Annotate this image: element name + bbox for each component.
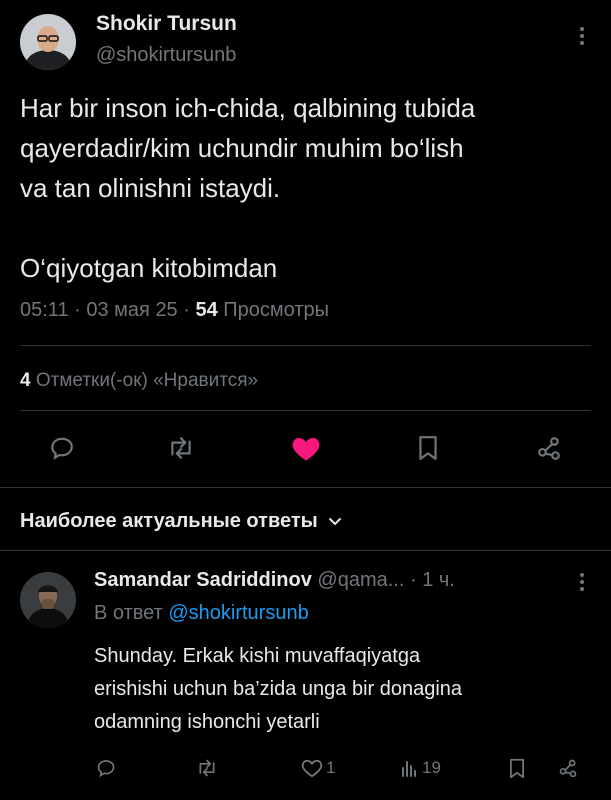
- bookmark-icon[interactable]: [505, 756, 529, 780]
- author-handle[interactable]: @shokirtursunb: [96, 44, 236, 67]
- views-label: Просмотры: [223, 299, 330, 321]
- divider: [20, 345, 591, 346]
- separator-dot: ·: [183, 299, 190, 321]
- post-text-line: va tan olinishni istaydi.: [20, 173, 281, 203]
- reply-header: Samandar Sadriddinov @qama... · 1 ч.: [94, 569, 455, 592]
- reply-to-prefix: В ответ: [94, 602, 163, 624]
- reply-text-line: odamning ishonchi yetarli: [94, 711, 320, 733]
- reply-views-count: 19: [422, 758, 441, 777]
- reply-author-handle[interactable]: @qama...: [317, 569, 404, 591]
- separator-dot: ·: [74, 299, 81, 321]
- reply-text-line: erishishi uchun ba’zida unga bir donagin…: [94, 678, 463, 700]
- reply-views[interactable]: 19: [398, 756, 441, 780]
- divider: [0, 550, 611, 551]
- retweet-icon[interactable]: [194, 756, 220, 780]
- reply-to-handle-link[interactable]: @shokirtursunb: [168, 602, 308, 624]
- like-outline-icon: [300, 756, 324, 780]
- likes-summary[interactable]: 4 Отметки(-ок) «Нравится»: [20, 370, 258, 392]
- like-icon[interactable]: [290, 433, 322, 463]
- author-name[interactable]: Shokir Tursun: [96, 12, 237, 36]
- reply-text: Shunday. Erkak kishi muvaffaqiyatga eris…: [94, 640, 594, 739]
- reply-author-name[interactable]: Samandar Sadriddinov: [94, 569, 312, 591]
- post-text: Har bir inson ich-chida, qalbining tubid…: [20, 88, 600, 288]
- reply-text-line: Shunday. Erkak kishi muvaffaqiyatga: [94, 645, 421, 667]
- replies-section-title: Наиболее актуальные ответы: [20, 510, 318, 532]
- share-icon[interactable]: [534, 433, 564, 463]
- post-text-line: qayerdadir/kim uchundir muhim bo‘lish: [20, 133, 464, 163]
- post-text-line: O‘qiyotgan kitobimdan: [20, 253, 278, 283]
- post-meta: 05:11 · 03 мая 25 · 54 Просмотры: [20, 299, 329, 322]
- replies-sort-dropdown[interactable]: Наиболее актуальные ответы: [20, 510, 344, 533]
- likes-count: 4: [20, 370, 31, 391]
- reply-to-line: В ответ @shokirtursunb: [94, 602, 309, 625]
- post-time[interactable]: 05:11: [20, 299, 69, 321]
- author-avatar[interactable]: [20, 14, 76, 70]
- bookmark-icon[interactable]: [413, 433, 443, 463]
- reply-time[interactable]: · 1 ч.: [410, 569, 455, 591]
- post-date[interactable]: 03 мая 25: [86, 299, 177, 321]
- retweet-icon[interactable]: [166, 433, 196, 463]
- post-text-line: Har bir inson ich-chida, qalbining tubid…: [20, 93, 476, 123]
- divider: [20, 410, 591, 411]
- more-icon[interactable]: [570, 24, 594, 48]
- more-icon[interactable]: [570, 570, 594, 594]
- reply-like-button[interactable]: 1: [300, 756, 335, 780]
- reply-icon[interactable]: [94, 756, 118, 780]
- reply-author-avatar[interactable]: [20, 572, 76, 628]
- likes-label: Отметки(-ок) «Нравится»: [35, 370, 259, 391]
- views-count: 54: [195, 299, 218, 321]
- divider: [0, 487, 611, 488]
- chevron-down-icon: [326, 513, 344, 531]
- views-icon: [398, 756, 420, 780]
- share-icon[interactable]: [556, 756, 580, 780]
- reply-like-count: 1: [326, 758, 336, 777]
- reply-icon[interactable]: [47, 433, 77, 463]
